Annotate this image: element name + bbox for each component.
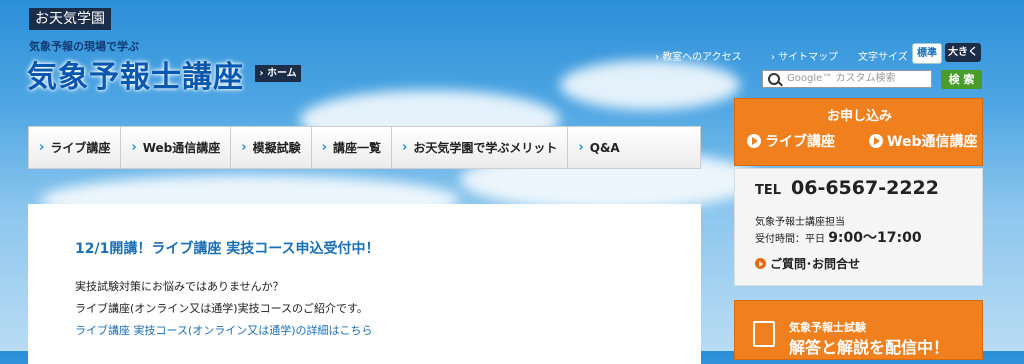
chevron-right-icon: › xyxy=(402,140,408,155)
search-button[interactable]: 検 索 xyxy=(941,70,982,89)
apply-web-label: Web通信講座 xyxy=(887,134,978,150)
global-nav: › ライブ講座 › Web通信講座 › 模擬試験 › 講座一覧 › お天気学園で学ぶメリッ… xyxy=(28,126,701,169)
sitemap-link[interactable]: › サイトマップ xyxy=(771,48,838,63)
inquiry-label: ご質問･お問合せ xyxy=(770,257,861,271)
hours-value: 9:00〜17:00 xyxy=(828,230,922,246)
exam-banner[interactable]: 気象予報士試験 解答と解説を配信中！ xyxy=(734,300,983,360)
body-line: ライブ講座(オンライン又は通学)実技コースのご紹介です。 xyxy=(75,302,368,315)
document-icon xyxy=(753,321,775,347)
apply-title: お申し込み xyxy=(826,109,892,124)
play-icon xyxy=(869,134,883,148)
contact-dept: 気象予報士講座担当 xyxy=(755,217,845,228)
tel-label: TEL xyxy=(755,183,782,198)
font-size-large-button[interactable]: 大きく xyxy=(945,43,981,62)
chevron-right-icon: › xyxy=(241,140,247,155)
search-input[interactable]: Google™ カスタム検索 xyxy=(762,70,932,88)
body-line: 実技試験対策にお悩みではありませんか？ xyxy=(75,280,284,293)
nav-item-label: 模擬試験 xyxy=(252,141,301,155)
nav-item-label: 講座一覧 xyxy=(333,141,382,155)
nav-item-mock-exam[interactable]: › 模擬試験 xyxy=(231,127,312,168)
font-size-label: 文字サイズ xyxy=(858,52,908,63)
chevron-right-icon: › xyxy=(321,140,328,155)
site-badge[interactable]: お天気学園 xyxy=(29,8,111,30)
nav-item-label: ライブ講座 xyxy=(50,141,111,155)
nav-item-label: Web通信講座 xyxy=(142,141,221,155)
nav-item-merits[interactable]: › お天気学園で学ぶメリット xyxy=(392,127,569,168)
news-headline: 12/1開講！ライブ講座 実技コース申込受付中！ xyxy=(75,241,380,257)
main-content: 12/1開講！ライブ講座 実技コース申込受付中！ 実技試験対策にお悩みではありま… xyxy=(28,204,701,364)
exam-banner-main: 解答と解説を配信中！ xyxy=(789,338,950,357)
nav-item-course-list[interactable]: › 講座一覧 xyxy=(312,127,393,168)
apply-web-button[interactable]: Web通信講座 xyxy=(869,131,977,151)
play-icon xyxy=(747,134,761,148)
play-icon xyxy=(755,258,766,269)
contact-hours: 受付時間：平日 9:00〜17:00 xyxy=(755,227,922,247)
detail-link[interactable]: ライブ講座 実技コース(オンライン又は通学)の詳細はこちら xyxy=(75,322,373,338)
home-button-label: ホーム xyxy=(266,68,297,79)
nav-item-label: お天気学園で学ぶメリット xyxy=(413,141,558,155)
hours-label: 受付時間：平日 xyxy=(755,234,825,245)
chevron-right-icon: › xyxy=(131,140,137,155)
nav-item-live[interactable]: › ライブ講座 xyxy=(29,127,122,168)
cloud-decoration xyxy=(560,60,740,110)
apply-live-label: ライブ講座 xyxy=(765,134,835,150)
search-icon xyxy=(768,73,780,85)
sitemap-link-label: サイトマップ xyxy=(778,52,839,63)
contact-box: TEL 06-6567-2222 気象予報士講座担当 受付時間：平日 9:00〜… xyxy=(734,168,983,286)
tel-number: 06-6567-2222 xyxy=(791,177,939,199)
exam-banner-sub: 気象予報士試験 xyxy=(789,321,866,334)
access-link[interactable]: › 教室へのアクセス xyxy=(655,48,742,63)
home-button[interactable]: › ホーム xyxy=(255,65,301,82)
nav-item-web[interactable]: › Web通信講座 xyxy=(121,127,232,168)
inquiry-link[interactable]: ご質問･お問合せ xyxy=(755,255,860,272)
apply-live-button[interactable]: ライブ講座 xyxy=(747,131,835,151)
apply-box: お申し込み ライブ講座 Web通信講座 xyxy=(734,98,983,166)
nav-item-label: Q&A xyxy=(589,140,620,155)
chevron-right-icon: › xyxy=(39,140,45,155)
access-link-label: 教室へのアクセス xyxy=(662,52,742,63)
nav-item-qa[interactable]: › Q&A xyxy=(568,127,629,168)
font-size-standard-button[interactable]: 標準 xyxy=(912,43,942,64)
site-title[interactable]: 気象予報士講座 xyxy=(27,52,244,96)
chevron-right-icon: › xyxy=(578,140,584,155)
